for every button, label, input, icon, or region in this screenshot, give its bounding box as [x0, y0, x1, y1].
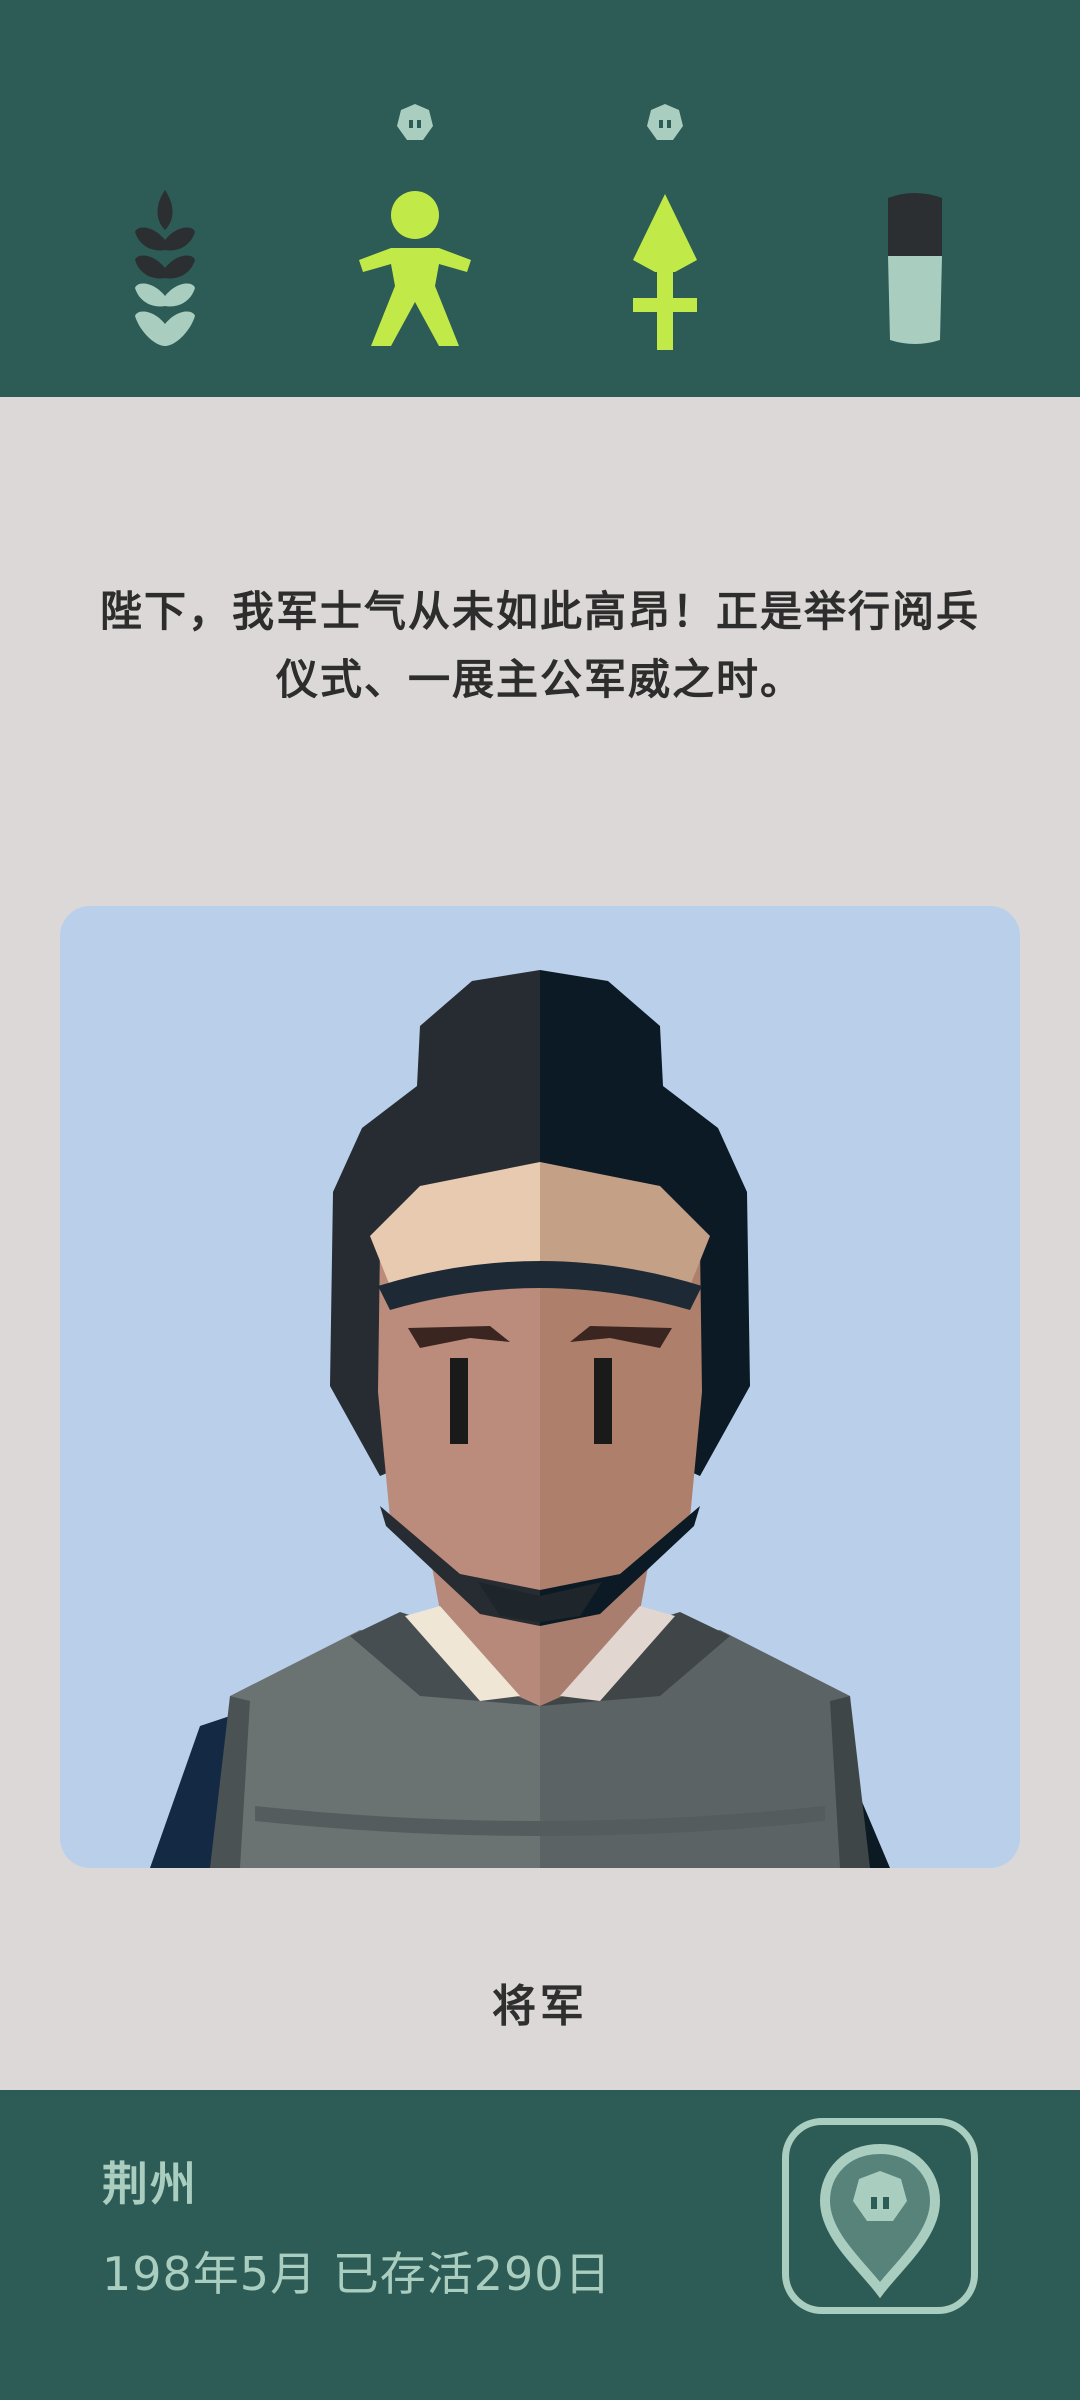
- decision-card[interactable]: [60, 906, 1020, 1868]
- coin-stack-icon: [888, 193, 942, 344]
- stats-bar: [0, 0, 1080, 397]
- map-pin-icon: [819, 2143, 941, 2299]
- stat-people: [335, 90, 495, 370]
- date-survival-label: 198年5月 已存活290日: [102, 2247, 612, 2301]
- stat-grain: [85, 90, 245, 370]
- location-label: 荆州: [102, 2157, 198, 2211]
- sword-icon: [633, 104, 697, 350]
- event-message-line-1: 陛下，我军士气从未如此高昂！正是举行阅兵: [99, 587, 980, 636]
- stat-military: [585, 90, 745, 370]
- wheat-icon: [135, 190, 195, 346]
- event-message-line-2: 仪式、一展主公军威之时。: [275, 655, 804, 704]
- character-name: 将军: [492, 1981, 588, 2032]
- person-icon: [359, 104, 471, 346]
- change-indicator-icon: [647, 104, 683, 140]
- change-indicator-icon: [397, 104, 433, 140]
- event-message: 陛下，我军士气从未如此高昂！正是举行阅兵 仪式、一展主公军威之时。: [60, 578, 1020, 714]
- map-button[interactable]: [782, 2118, 978, 2314]
- stat-treasury: [835, 90, 995, 370]
- general-portrait: [150, 970, 890, 1868]
